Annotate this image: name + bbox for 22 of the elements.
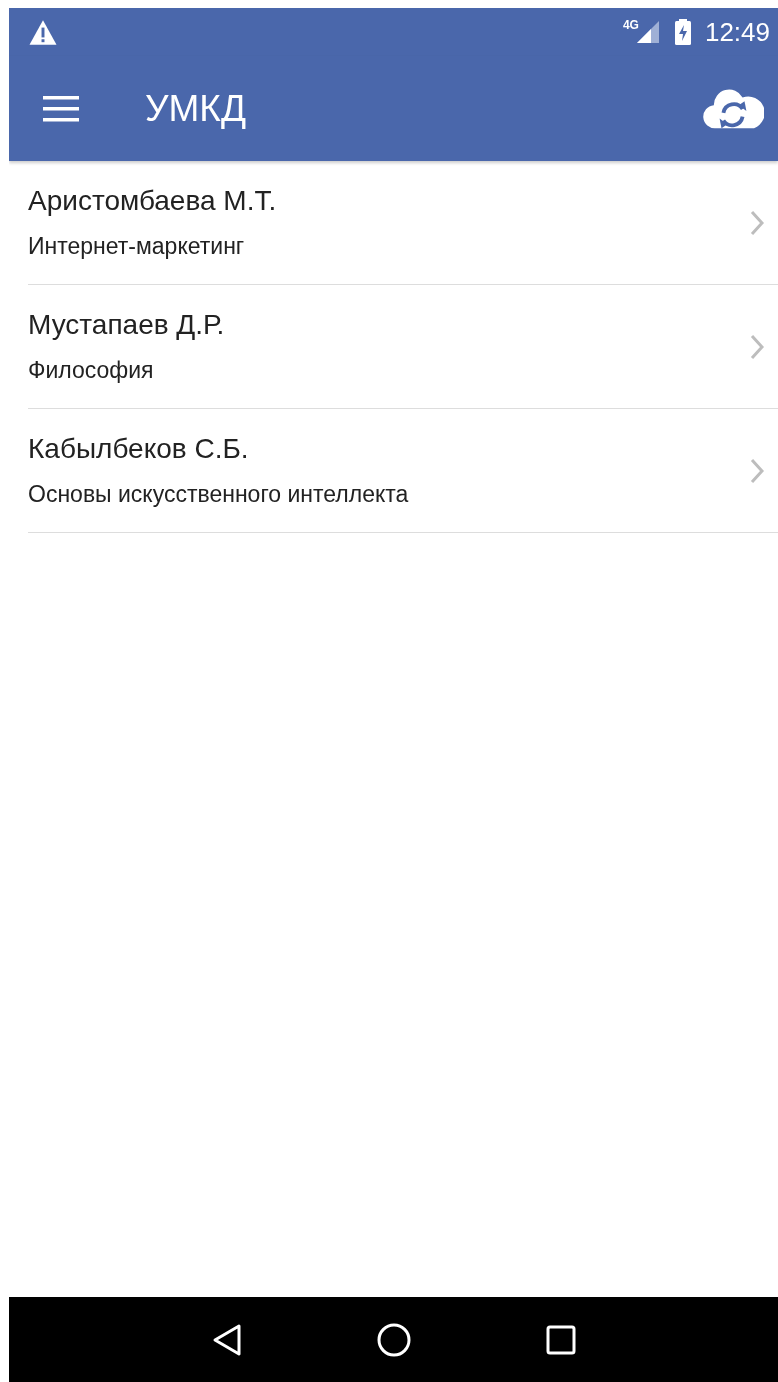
teacher-name: Кабылбеков С.Б.	[28, 433, 250, 465]
menu-icon[interactable]	[43, 95, 79, 122]
chevron-right-icon	[750, 457, 764, 484]
course-name: Интернет-маркетинг	[28, 233, 246, 260]
course-name: Основы искусственного интеллекта	[28, 481, 410, 508]
battery-charging-icon	[674, 19, 691, 45]
app-title: УМКД	[145, 87, 246, 130]
chevron-right-icon	[750, 333, 764, 360]
warning-icon	[28, 18, 58, 46]
network-type: 4G	[622, 18, 639, 32]
recents-icon[interactable]	[545, 1324, 576, 1355]
list-item[interactable]: Аристомбаева М.Т. Интернет-маркетинг	[28, 161, 778, 285]
course-name: Философия	[28, 357, 155, 384]
list-item[interactable]: Кабылбеков С.Б. Основы искусственного интеллекта	[28, 409, 778, 533]
clock-time: 12:49	[704, 16, 770, 48]
list-item[interactable]: Мустапаев Д.Р. Философия	[28, 285, 778, 409]
home-icon[interactable]	[377, 1322, 412, 1357]
chevron-right-icon	[750, 209, 764, 236]
signal-icon	[636, 21, 659, 43]
teacher-name: Мустапаев Д.Р.	[28, 309, 226, 341]
teacher-name: Аристомбаева М.Т.	[28, 185, 278, 217]
back-icon[interactable]	[211, 1322, 244, 1357]
